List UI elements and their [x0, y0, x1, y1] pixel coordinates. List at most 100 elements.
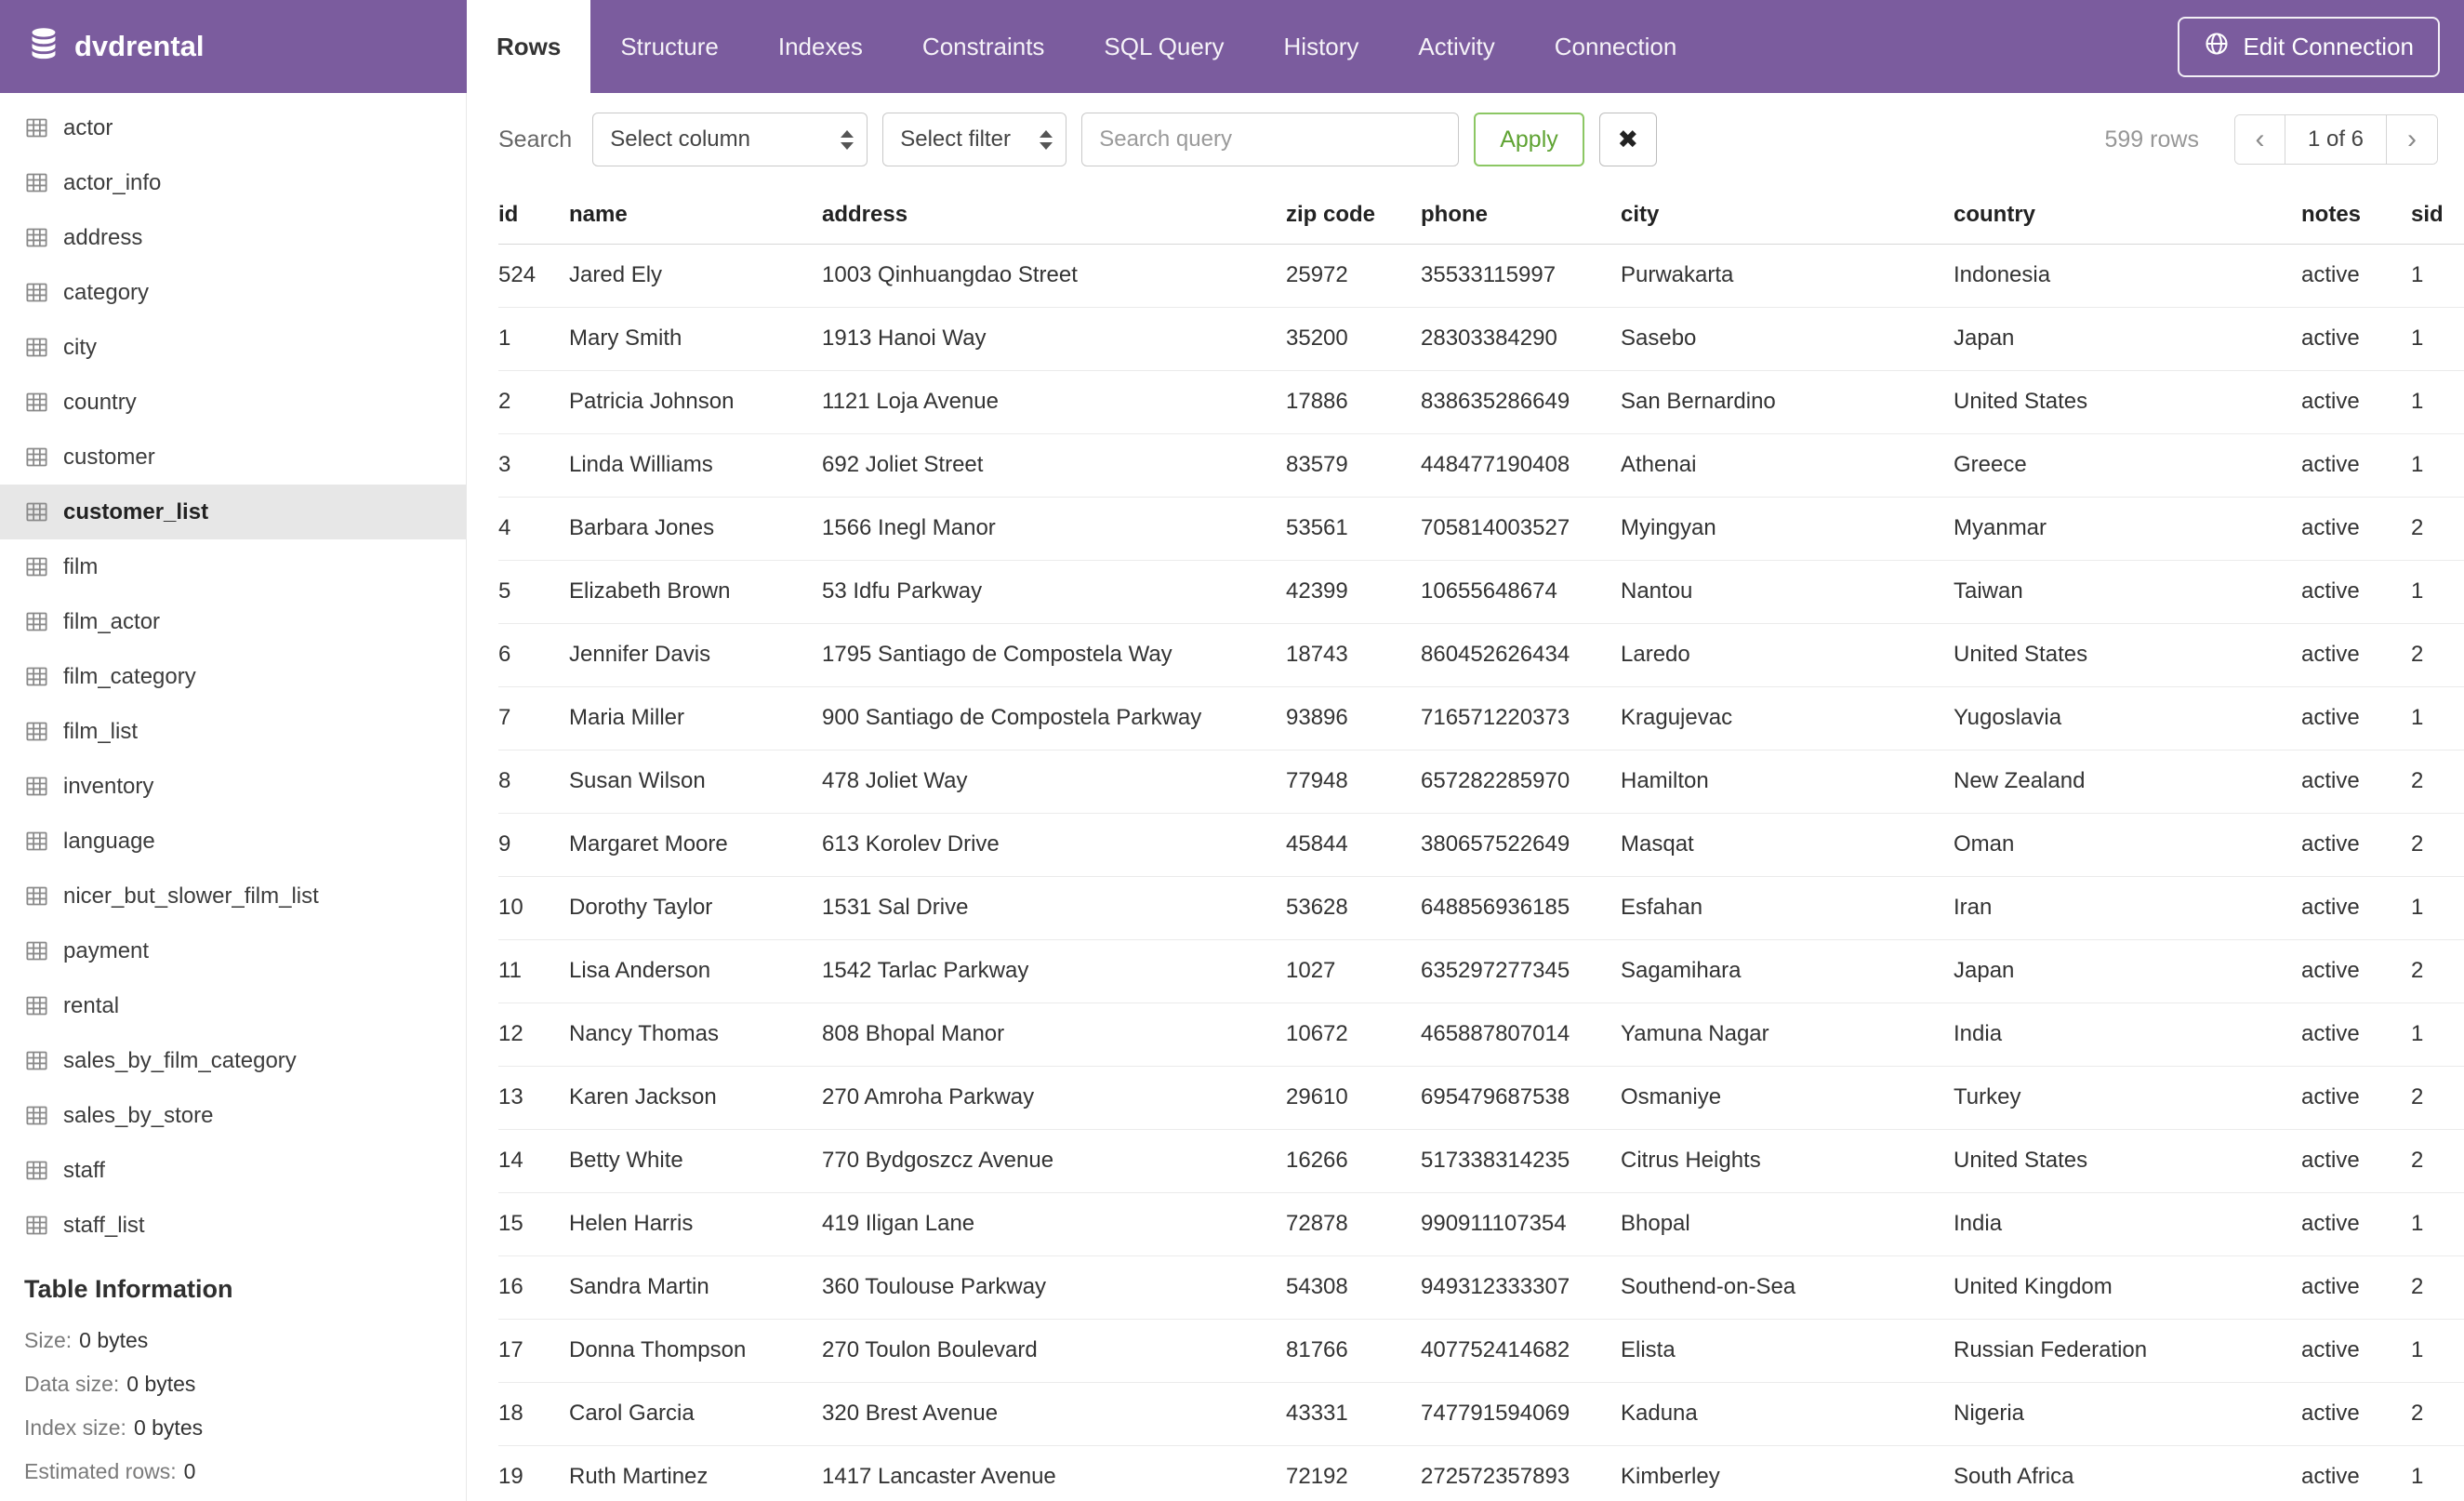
sidebar-item-actor[interactable]: actor — [0, 100, 466, 155]
tab-history[interactable]: History — [1254, 0, 1389, 93]
sidebar-item-customer[interactable]: customer — [0, 430, 466, 485]
column-header-country[interactable]: country — [1954, 186, 2301, 245]
table-view: id name address zip code phone city country not… — [467, 186, 2464, 1501]
column-select[interactable]: Select column — [592, 113, 868, 166]
table-list: actor actor_info address category city countr… — [0, 100, 466, 1253]
sidebar-item-inventory[interactable]: inventory — [0, 759, 466, 814]
table-cell: 2 — [2411, 813, 2464, 877]
table-row[interactable]: 9 Margaret Moore 613 Korolev Drive 45844 380… — [498, 813, 2464, 877]
tab-activity[interactable]: Activity — [1388, 0, 1524, 93]
table-cell: active — [2301, 560, 2411, 624]
table-row[interactable]: 1 Mary Smith 1913 Hanoi Way 35200 2830338429… — [498, 307, 2464, 371]
sidebar-item-nicer_but_slower_film_list[interactable]: nicer_but_slower_film_list — [0, 869, 466, 923]
sidebar-item-category[interactable]: category — [0, 265, 466, 320]
sidebar-item-country[interactable]: country — [0, 375, 466, 430]
table-cell: 1542 Tarlac Parkway — [822, 939, 1286, 1003]
sidebar-item-address[interactable]: address — [0, 210, 466, 265]
apply-button[interactable]: Apply — [1474, 113, 1584, 166]
column-header-id[interactable]: id — [498, 186, 569, 245]
search-query-input[interactable] — [1081, 113, 1460, 166]
table-cell: Oman — [1954, 813, 2301, 877]
sidebar-item-label: payment — [63, 937, 150, 963]
table-row[interactable]: 3 Linda Williams 692 Joliet Street 83579 448… — [498, 433, 2464, 498]
table-row[interactable]: 10 Dorothy Taylor 1531 Sal Drive 53628 64885… — [498, 876, 2464, 940]
table-cell: 35200 — [1286, 307, 1421, 371]
column-header-city[interactable]: city — [1621, 186, 1954, 245]
table-cell: Greece — [1954, 433, 2301, 498]
search-toolbar: Search Select column Select filter Apply… — [467, 93, 2464, 186]
table-cell: active — [2301, 623, 2411, 687]
table-row[interactable]: 11 Lisa Anderson 1542 Tarlac Parkway 1027 63… — [498, 939, 2464, 1003]
table-cell: 517338314235 — [1421, 1129, 1621, 1193]
globe-icon — [2204, 31, 2230, 63]
table-row[interactable]: 8 Susan Wilson 478 Joliet Way 77948 65728228… — [498, 750, 2464, 814]
column-header-address[interactable]: address — [822, 186, 1286, 245]
table-row[interactable]: 18 Carol Garcia 320 Brest Avenue 43331 74779… — [498, 1382, 2464, 1446]
search-label: Search — [498, 126, 573, 153]
table-row[interactable]: 19 Ruth Martinez 1417 Lancaster Avenue 7219… — [498, 1445, 2464, 1501]
column-header-zip-code[interactable]: zip code — [1286, 186, 1421, 245]
tab-constraints[interactable]: Constraints — [893, 0, 1075, 93]
brand[interactable]: dvdrental — [0, 0, 467, 93]
prev-page-button[interactable]: ‹ — [2234, 115, 2285, 164]
table-row[interactable]: 7 Maria Miller 900 Santiago de Compostela … — [498, 686, 2464, 750]
table-cell: 613 Korolev Drive — [822, 813, 1286, 877]
table-row[interactable]: 15 Helen Harris 419 Iligan Lane 72878 990911… — [498, 1192, 2464, 1256]
tab-structure[interactable]: Structure — [590, 0, 748, 93]
sidebar-item-staff_list[interactable]: staff_list — [0, 1198, 466, 1253]
filter-select[interactable]: Select filter — [882, 113, 1067, 166]
sidebar-item-city[interactable]: city — [0, 320, 466, 375]
table-row[interactable]: 5 Elizabeth Brown 53 Idfu Parkway 42399 1065… — [498, 560, 2464, 624]
main-panel: Search Select column Select filter Apply… — [467, 93, 2464, 1501]
sidebar-item-payment[interactable]: payment — [0, 923, 466, 978]
sidebar-item-rental[interactable]: rental — [0, 978, 466, 1033]
table-cell: 635297277345 — [1421, 939, 1621, 1003]
table-cell: 16 — [498, 1255, 569, 1320]
table-row[interactable]: 12 Nancy Thomas 808 Bhopal Manor 10672 46588… — [498, 1003, 2464, 1067]
table-cell: 270 Amroha Parkway — [822, 1066, 1286, 1130]
sidebar-item-staff[interactable]: staff — [0, 1143, 466, 1198]
table-row[interactable]: 524 Jared Ely 1003 Qinhuangdao Street 25972… — [498, 244, 2464, 308]
table-cell: Nantou — [1621, 560, 1954, 624]
table-cell: 53 Idfu Parkway — [822, 560, 1286, 624]
column-header-phone[interactable]: phone — [1421, 186, 1621, 245]
table-info-value: 0 — [183, 1459, 196, 1483]
table-row[interactable]: 6 Jennifer Davis 1795 Santiago de Composte… — [498, 623, 2464, 687]
tab-rows[interactable]: Rows — [467, 0, 591, 93]
next-page-button[interactable]: › — [2387, 115, 2437, 164]
sidebar-item-film_category[interactable]: film_category — [0, 649, 466, 704]
table-cell: 6 — [498, 623, 569, 687]
table-cell: Yamuna Nagar — [1621, 1003, 1954, 1067]
sidebar-item-film_list[interactable]: film_list — [0, 704, 466, 759]
tab-sql-query[interactable]: SQL Query — [1074, 0, 1253, 93]
table-row[interactable]: 13 Karen Jackson 270 Amroha Parkway 29610 69… — [498, 1066, 2464, 1130]
sidebar-item-customer_list[interactable]: customer_list — [0, 485, 466, 539]
table-cell: 1 — [2411, 1192, 2464, 1256]
edit-connection-button[interactable]: Edit Connection — [2178, 16, 2440, 77]
sidebar-item-actor_info[interactable]: actor_info — [0, 155, 466, 210]
table-row[interactable]: 4 Barbara Jones 1566 Inegl Manor 53561 70581… — [498, 497, 2464, 561]
tab-indexes[interactable]: Indexes — [748, 0, 893, 93]
table-row[interactable]: 16 Sandra Martin 360 Toulouse Parkway 54308… — [498, 1255, 2464, 1320]
sidebar-item-film[interactable]: film — [0, 539, 466, 594]
table-row[interactable]: 2 Patricia Johnson 1121 Loja Avenue 17886 83… — [498, 370, 2464, 434]
column-header-name[interactable]: name — [569, 186, 822, 245]
table-cell: Donna Thompson — [569, 1319, 822, 1383]
tab-connection[interactable]: Connection — [1525, 0, 1707, 93]
table-row[interactable]: 14 Betty White 770 Bydgoszcz Avenue 16266 51… — [498, 1129, 2464, 1193]
column-header-notes[interactable]: notes — [2301, 186, 2411, 245]
sidebar-item-sales_by_store[interactable]: sales_by_store — [0, 1088, 466, 1143]
sidebar-item-film_actor[interactable]: film_actor — [0, 594, 466, 649]
sidebar-item-label: film_category — [63, 663, 196, 689]
table-cell: Helen Harris — [569, 1192, 822, 1256]
table-cell: Russian Federation — [1954, 1319, 2301, 1383]
table-information: Table Information Size: 0 bytes Data size:… — [0, 1275, 466, 1494]
sidebar-item-sales_by_film_category[interactable]: sales_by_film_category — [0, 1033, 466, 1088]
table-cell: 1 — [2411, 370, 2464, 434]
column-header-sid[interactable]: sid — [2411, 186, 2464, 245]
table-row[interactable]: 17 Donna Thompson 270 Toulon Boulevard 8176… — [498, 1319, 2464, 1383]
sidebar-item-label: sales_by_store — [63, 1102, 214, 1128]
table-info-label: Estimated rows: — [24, 1459, 177, 1483]
sidebar-item-language[interactable]: language — [0, 814, 466, 869]
clear-search-button[interactable]: ✖ — [1598, 113, 1657, 166]
